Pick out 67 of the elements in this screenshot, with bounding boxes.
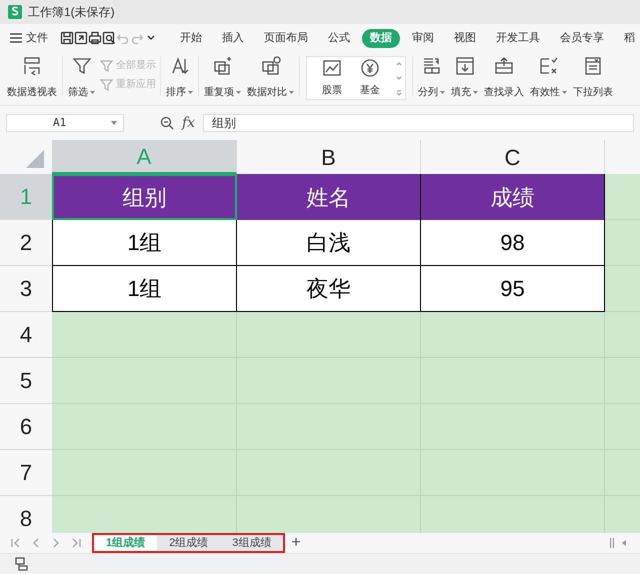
menu-tab[interactable]: 会员专享 [552, 28, 612, 48]
scroll-left-icon [622, 540, 626, 546]
ribbon-button[interactable]: 分列 [415, 56, 448, 100]
ribbon-button[interactable]: 数据对比 [244, 56, 297, 100]
select-all-corner-icon [26, 150, 44, 168]
letter-s-icon [11, 6, 19, 16]
ribbon-button[interactable]: 筛选 [65, 56, 98, 100]
ribbon-button[interactable]: 填充 [448, 56, 481, 100]
formula-input[interactable]: 组别 [203, 114, 634, 132]
print-preview-icon [102, 31, 116, 45]
ribbon-button[interactable]: 下拉列表 [570, 56, 616, 100]
menu-tab[interactable]: 视图 [446, 28, 484, 48]
menu-tab[interactable]: 审阅 [404, 28, 442, 48]
funnel-small-icon [100, 59, 113, 72]
duplicate-icon [212, 56, 232, 76]
sort-icon [170, 56, 190, 76]
ribbon-button[interactable]: 有效性 [527, 56, 570, 100]
ribbon-button[interactable]: 基金 [351, 58, 389, 98]
table-cell: 夜华 [237, 266, 421, 312]
compare-icon [260, 56, 280, 76]
menu-tab[interactable]: 开发工具 [488, 28, 548, 48]
funnel-small-icon [100, 78, 113, 91]
funnel-icon [72, 56, 92, 76]
ribbon-button[interactable]: 排序 [163, 56, 196, 100]
ribbon-button[interactable]: 查找录入 [481, 56, 527, 100]
dropdown-list-icon [583, 56, 603, 76]
print-icon [88, 31, 102, 45]
menu-tab[interactable]: 页面布局 [256, 28, 316, 48]
table-cell: 白浅 [237, 220, 421, 266]
add-sheet-button[interactable]: + [291, 535, 301, 551]
menu-tab[interactable]: 插入 [214, 28, 252, 48]
table-cell: 组别 [52, 174, 237, 220]
split-columns-icon [422, 56, 442, 76]
caret-down-icon [111, 121, 117, 125]
fill-down-icon [454, 56, 474, 76]
ribbon-button[interactable]: 数据透视表 [4, 56, 60, 100]
sheet-tab[interactable]: 3组成绩 [220, 535, 284, 551]
window-title: 工作簿1(未保存) [28, 4, 115, 21]
zoom-icon [160, 116, 174, 130]
scrollbar-grip-icon [610, 538, 614, 548]
menu-tab[interactable]: 公式 [320, 28, 358, 48]
ribbon-button[interactable]: 重复项 [201, 56, 244, 100]
table-cell: 姓名 [237, 174, 421, 220]
menu-icon [10, 33, 22, 43]
table-cell: 1组 [52, 220, 237, 266]
first-sheet-icon [10, 537, 22, 549]
name-box[interactable]: A1 [6, 114, 124, 132]
table-cell: 95 [421, 266, 605, 312]
validation-icon [538, 56, 558, 76]
ribbon-button: 全部显示 [100, 58, 156, 73]
table-cell: 1组 [52, 266, 237, 312]
ribbon-button: 重新应用 [100, 77, 156, 92]
upload-entry-icon [494, 56, 514, 76]
pivot-table-icon [22, 56, 42, 76]
ribbon-button[interactable]: 股票 [313, 58, 351, 98]
file-menu-button[interactable]: 文件 [10, 30, 54, 46]
sheet-tab[interactable]: 2组成绩 [157, 535, 220, 551]
script-icon [14, 556, 30, 572]
last-sheet-icon [70, 537, 82, 549]
table-cell: 成绩 [421, 174, 605, 220]
export-icon [74, 31, 88, 45]
table-cell: 98 [421, 220, 605, 266]
save-icon [60, 31, 74, 45]
yen-circle-icon [360, 58, 380, 78]
fx-label: fx [182, 114, 196, 132]
menu-tab[interactable]: 开始 [172, 28, 210, 48]
menu-tab[interactable]: 稻 [616, 28, 640, 48]
